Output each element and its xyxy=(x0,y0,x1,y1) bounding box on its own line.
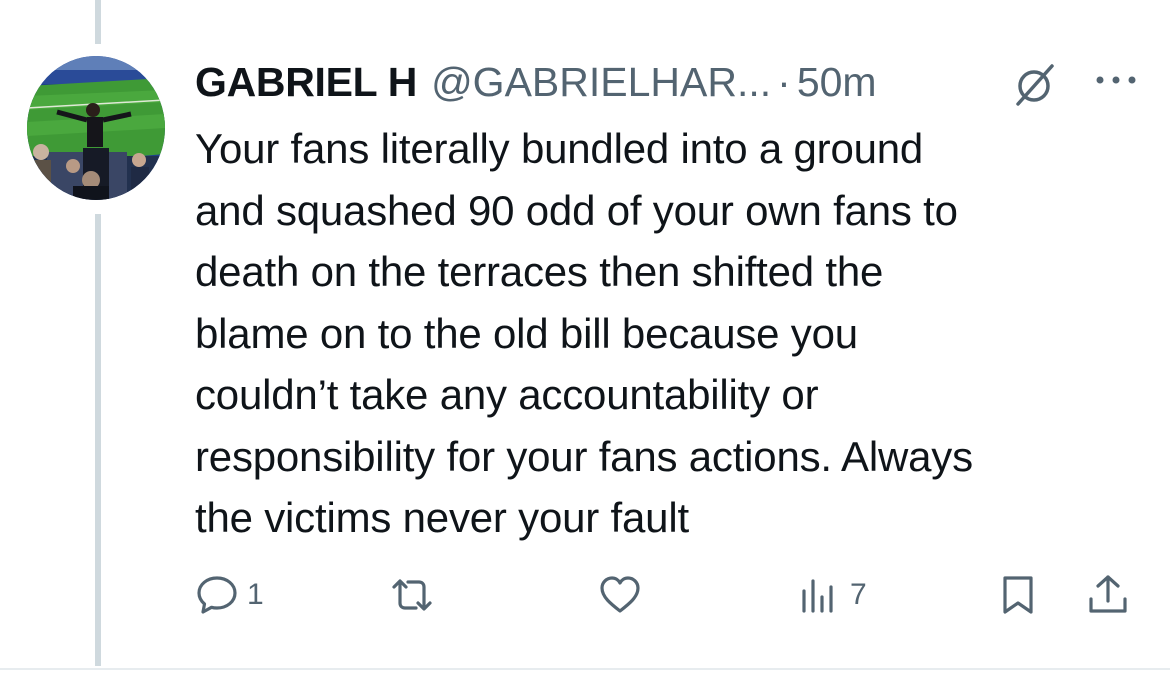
share-icon xyxy=(1085,573,1131,617)
more-icon[interactable] xyxy=(1094,72,1140,88)
tweet-header: GABRIEL H @GABRIELHAR... · 50m xyxy=(195,56,877,108)
share-button[interactable] xyxy=(1085,572,1131,618)
timestamp[interactable]: 50m xyxy=(797,59,877,106)
retweet-button[interactable] xyxy=(388,572,436,618)
reply-button[interactable]: 1 xyxy=(195,572,264,618)
bookmark-icon xyxy=(996,573,1040,617)
tweet-divider xyxy=(0,668,1170,670)
views-chart-icon xyxy=(798,573,842,617)
bookmark-button[interactable] xyxy=(996,572,1040,618)
separator-dot: · xyxy=(777,58,791,105)
reply-count: 1 xyxy=(247,578,264,611)
display-name[interactable]: GABRIEL H xyxy=(195,59,417,106)
action-bar: 1 7 xyxy=(0,572,1170,618)
views-button[interactable]: 7 xyxy=(798,572,867,618)
views-count: 7 xyxy=(850,578,867,611)
avatar[interactable] xyxy=(27,56,165,200)
tweet-text: Your fans literally bundled into a groun… xyxy=(195,125,973,541)
heart-icon xyxy=(597,573,643,617)
retweet-icon xyxy=(388,573,436,617)
thread-line-top xyxy=(95,0,101,44)
grok-icon[interactable] xyxy=(1012,62,1058,108)
like-button[interactable] xyxy=(597,572,643,618)
reply-icon xyxy=(195,573,239,617)
user-handle[interactable]: @GABRIELHAR... xyxy=(431,59,771,106)
tweet-reply[interactable]: GABRIEL H @GABRIELHAR... · 50m Your fans… xyxy=(0,0,1170,695)
